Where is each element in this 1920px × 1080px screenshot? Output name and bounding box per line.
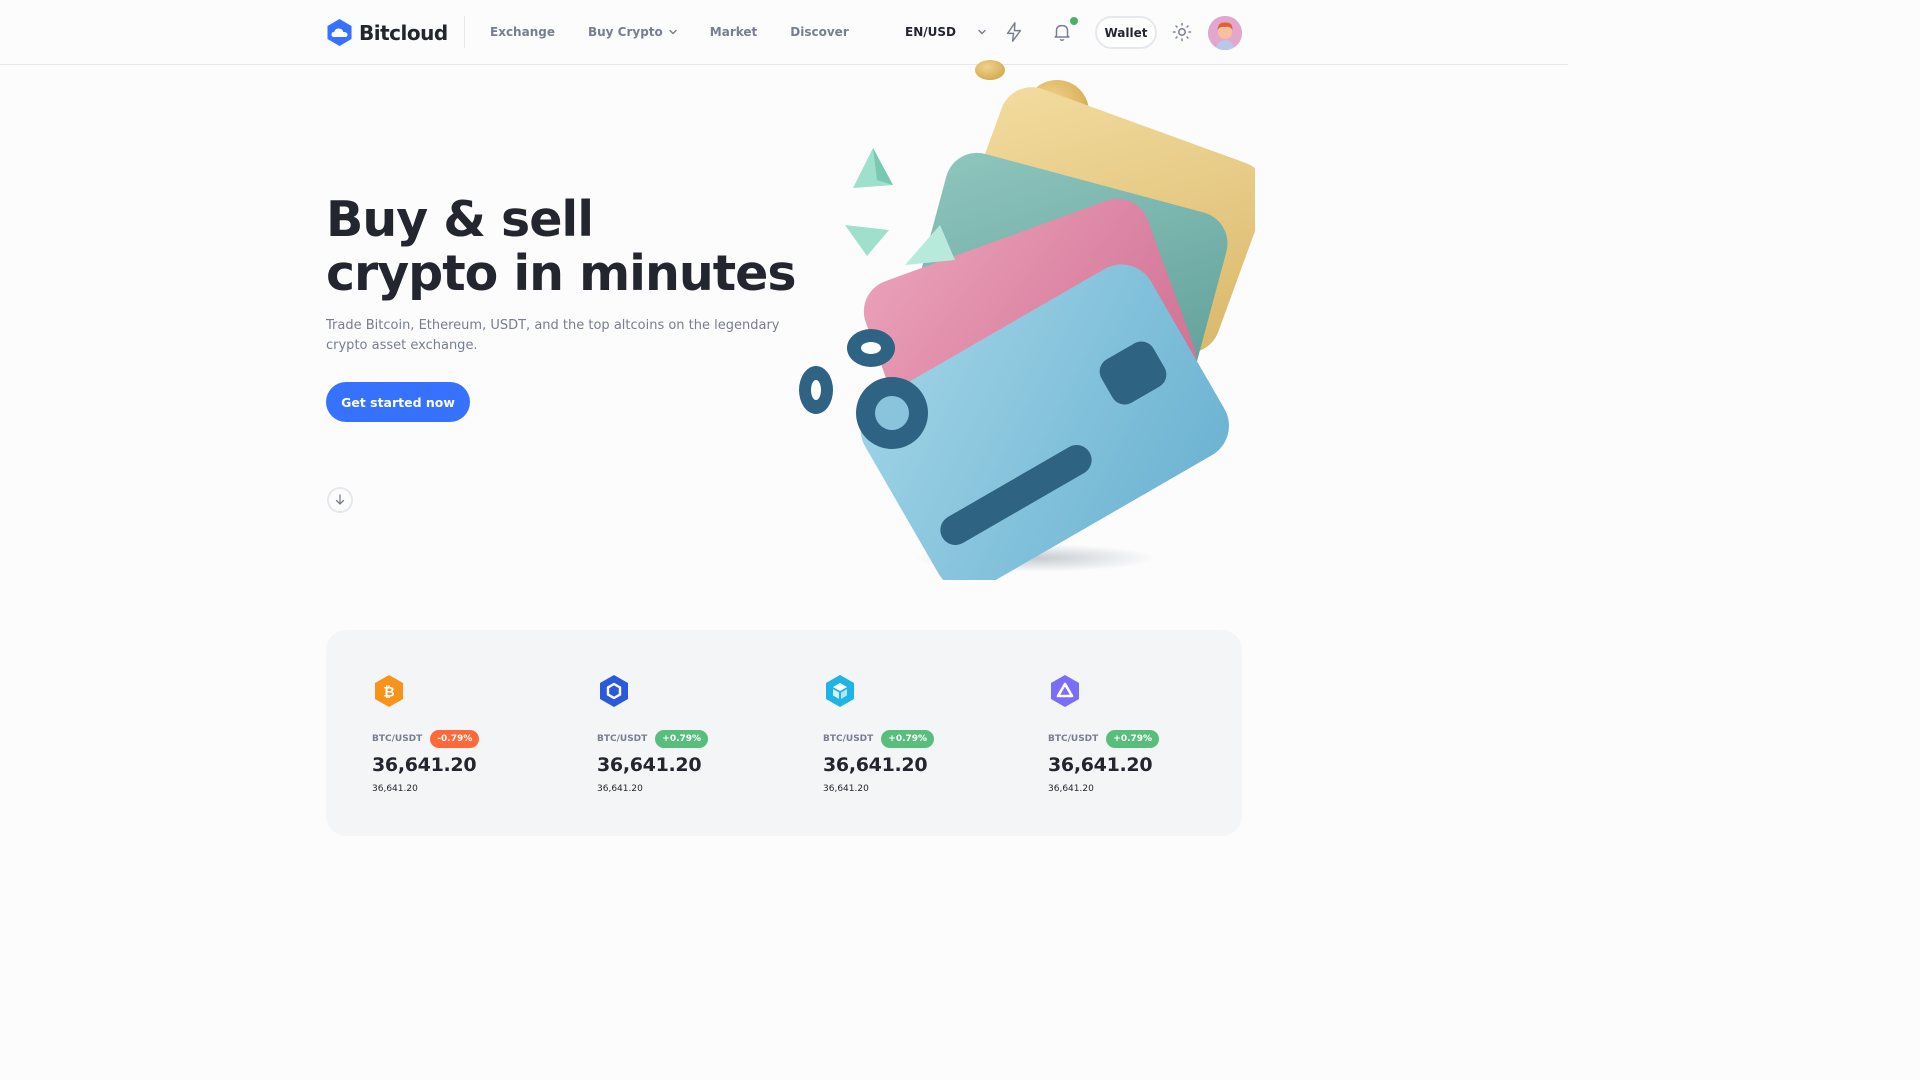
ticker-sub-price: 36,641.20: [823, 784, 869, 794]
nav-item-label: Buy Crypto: [587, 25, 663, 39]
chevron-down-icon: [978, 29, 986, 35]
scroll-down-button[interactable]: [327, 487, 353, 513]
change-badge: +0.79%: [881, 730, 935, 748]
ticker-sub-price: 36,641.20: [1048, 784, 1094, 794]
nav-item-discover[interactable]: Discover: [790, 25, 848, 39]
nav-item-label: Exchange: [490, 25, 555, 39]
chevron-down-icon: [669, 29, 677, 35]
cube-icon: [826, 675, 854, 707]
nav-item-exchange[interactable]: Exchange: [490, 25, 555, 39]
user-avatar-icon: [1208, 16, 1242, 50]
ticker-pair: BTC/USDT: [823, 734, 874, 744]
ticker-pair: BTC/USDT: [597, 734, 648, 744]
ticker-card[interactable]: BTC/USDT +0.79% 36,641.20 36,641.20: [597, 674, 797, 794]
sun-icon[interactable]: [1171, 21, 1193, 43]
nav-item-market[interactable]: Market: [710, 25, 758, 39]
ticker-sub-price: 36,641.20: [372, 784, 418, 794]
triangle-icon: [1051, 675, 1079, 707]
svg-text:₿: ₿: [383, 685, 394, 701]
get-started-button[interactable]: Get started now: [326, 382, 470, 422]
nav-item-label: Market: [709, 25, 758, 39]
change-badge: -0.79%: [430, 730, 480, 748]
ticker-price: 36,641.20: [823, 754, 928, 776]
cloud-logo-icon: [327, 19, 352, 46]
brand-name: Bitcloud: [359, 20, 448, 45]
ticker-price: 36,641.20: [1048, 754, 1153, 776]
ticker-price: 36,641.20: [372, 754, 477, 776]
ticker-pair: BTC/USDT: [372, 734, 423, 744]
bitcoin-icon: ₿: [375, 675, 403, 707]
avatar[interactable]: [1208, 16, 1242, 50]
ticker-card[interactable]: ₿ BTC/USDT -0.79% 36,641.20 36,641.20: [372, 674, 572, 794]
wallet-button[interactable]: Wallet: [1095, 16, 1157, 49]
hero-title-line-2: crypto in minutes: [326, 245, 797, 302]
ticker-card[interactable]: BTC/USDT +0.79% 36,641.20 36,641.20: [823, 674, 1023, 794]
ticker-card[interactable]: BTC/USDT +0.79% 36,641.20 36,641.20: [1048, 674, 1248, 794]
ticker-pair: BTC/USDT: [1048, 734, 1099, 744]
wallet-cards-illustration: [799, 60, 1255, 580]
hero-title-line-1: Buy & sell: [326, 191, 594, 248]
brand-logo[interactable]: Bitcloud: [326, 18, 448, 47]
ticker-sub-price: 36,641.20: [597, 784, 643, 794]
chainlink-icon: [600, 675, 628, 707]
language-label: EN/USD: [905, 25, 956, 39]
top-header: Bitcloud Exchange Buy Crypto Market Disc…: [0, 0, 1568, 65]
main-nav: Exchange Buy Crypto Market Discover: [490, 25, 849, 39]
nav-item-label: Discover: [790, 25, 849, 39]
arrow-down-icon: [335, 494, 345, 505]
ticker-price: 36,641.20: [597, 754, 702, 776]
nav-item-buy-crypto[interactable]: Buy Crypto: [588, 25, 677, 39]
notification-dot: [1069, 16, 1079, 26]
change-badge: +0.79%: [1106, 730, 1160, 748]
header-divider: [464, 16, 465, 48]
language-currency-select[interactable]: EN/USD: [905, 25, 986, 39]
change-badge: +0.79%: [655, 730, 709, 748]
hero-subtitle: Trade Bitcoin, Ethereum, USDT, and the t…: [326, 318, 780, 353]
market-tickers-panel: ₿ BTC/USDT -0.79% 36,641.20 36,641.20 BT…: [326, 630, 1242, 836]
lightning-icon[interactable]: [1002, 20, 1026, 44]
page-title: Buy & sell crypto in minutes: [326, 191, 797, 302]
